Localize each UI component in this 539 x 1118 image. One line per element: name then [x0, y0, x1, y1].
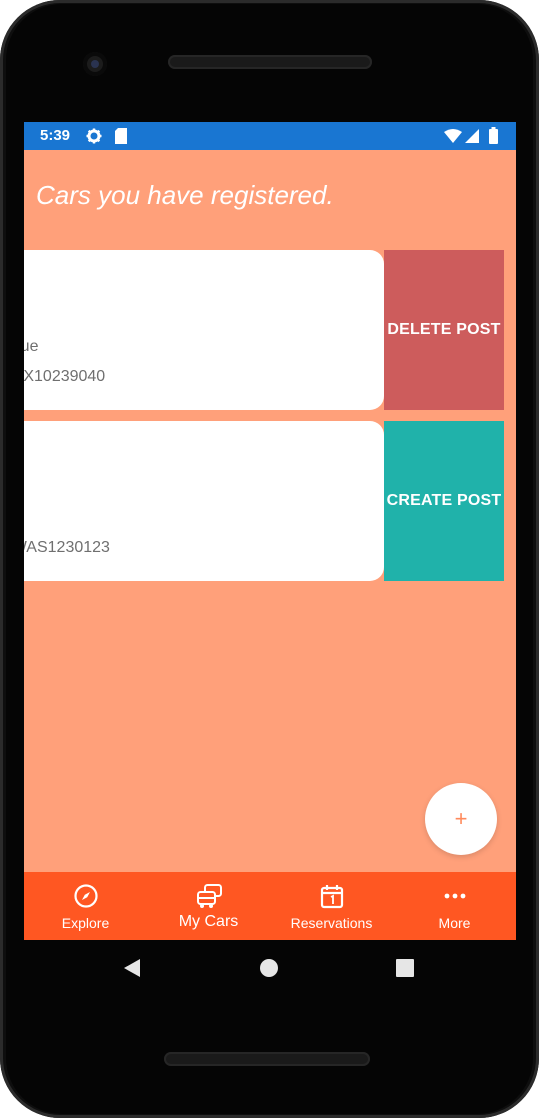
car-list-item[interactable]: nne c Blue e: RX10239040 DELETE POST — [24, 250, 516, 410]
calendar-icon — [320, 885, 344, 909]
bottom-navigation: Explore My Cars Reservations More — [24, 872, 516, 940]
recents-icon[interactable] — [396, 959, 414, 977]
nav-item-explore[interactable]: Explore — [24, 872, 147, 940]
page-title: Cars you have registered. — [36, 180, 334, 210]
system-navigation-bar — [0, 940, 539, 996]
back-icon[interactable] — [122, 958, 142, 978]
car-color-text: c Blue — [24, 338, 39, 355]
nav-label-more: More — [438, 915, 471, 931]
car-plate-text: e: WAS1230123 — [24, 539, 110, 556]
delete-post-button[interactable]: DELETE POST — [384, 250, 504, 410]
nav-item-my-cars[interactable]: My Cars — [147, 872, 270, 940]
car-plate-text: e: RX10239040 — [24, 368, 106, 385]
car-card[interactable]: nne c Blue e: RX10239040 — [24, 250, 384, 410]
create-post-button[interactable]: CREATE POST — [384, 421, 504, 581]
more-dots-icon — [444, 893, 466, 899]
compass-icon — [74, 884, 98, 908]
car-list-item[interactable]: a e: WAS1230123 CREATE POST — [24, 421, 516, 581]
plus-icon: + — [454, 806, 468, 831]
add-car-fab[interactable]: + — [425, 783, 497, 855]
bottom-speaker — [164, 1052, 370, 1066]
home-icon[interactable] — [259, 958, 279, 978]
nav-label-explore: Explore — [61, 915, 110, 931]
cars-icon — [197, 884, 222, 908]
sd-card-icon — [115, 128, 127, 149]
nav-label-my-cars: My Cars — [178, 913, 239, 930]
battery-icon — [489, 127, 498, 149]
nav-item-more[interactable]: More — [393, 872, 516, 940]
wifi-icon — [444, 129, 462, 148]
front-camera — [83, 52, 107, 76]
nav-item-reservations[interactable]: Reservations — [270, 872, 393, 940]
status-time: 5:39 — [40, 127, 71, 144]
car-card[interactable]: a e: WAS1230123 — [24, 421, 384, 581]
nav-label-reservations: Reservations — [290, 915, 373, 931]
gear-icon — [86, 128, 102, 149]
app-screen: 5:39 Cars you have registered. ue X10239… — [24, 122, 516, 940]
status-bar: 5:39 — [24, 122, 516, 150]
earpiece-speaker — [168, 55, 372, 69]
phone-frame: 5:39 Cars you have registered. ue X10239… — [0, 0, 539, 1118]
signal-icon — [465, 129, 479, 148]
